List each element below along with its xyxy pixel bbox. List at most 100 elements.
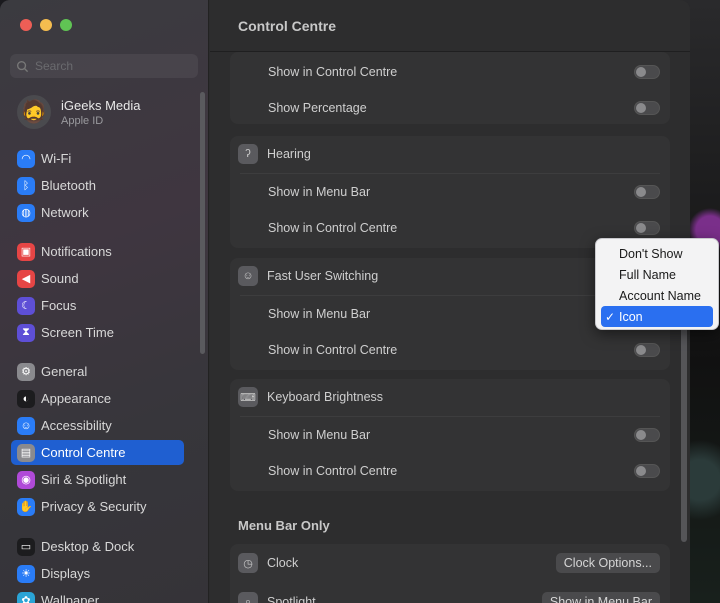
- fast-user-control-centre-toggle[interactable]: [634, 343, 660, 357]
- keyboard-menu-bar-toggle[interactable]: [634, 428, 660, 442]
- sidebar-item-appearance[interactable]: ◐ Appearance: [11, 386, 184, 411]
- zoom-window-button[interactable]: [60, 19, 72, 31]
- sidebar-item-sound[interactable]: ◀ Sound: [11, 266, 184, 291]
- clock-row: ◷ Clock Clock Options...: [230, 545, 670, 581]
- row-label: Show in Menu Bar: [268, 428, 371, 442]
- accessibility-icon: ☺: [17, 416, 35, 435]
- sidebar-item-label: Wallpaper: [41, 593, 100, 603]
- option-label: Icon: [619, 309, 643, 324]
- row-label: Show in Menu Bar: [268, 307, 371, 321]
- settings-row: Show in Menu Bar: [230, 174, 670, 210]
- sidebar-item-label: Displays: [41, 566, 91, 581]
- hand-icon: ✋: [17, 497, 35, 516]
- sidebar-item-label: Siri & Spotlight: [41, 472, 127, 487]
- checkmark-icon: ✓: [605, 309, 616, 324]
- bell-icon: ▣: [17, 242, 35, 261]
- sidebar-item-label: Network: [41, 205, 89, 220]
- option-label: Full Name: [619, 267, 676, 282]
- sidebar-item-displays[interactable]: ☀ Displays: [11, 561, 184, 586]
- page-title: Control Centre: [238, 18, 336, 34]
- dock-icon: ▭: [17, 537, 35, 556]
- spotlight-row: ⌕ Spotlight Show in Menu Bar: [230, 584, 670, 603]
- sidebar-scrollbar[interactable]: [200, 92, 205, 354]
- globe-icon: ◍: [17, 203, 35, 222]
- sidebar-item-control-centre[interactable]: ▤ Control Centre: [11, 440, 184, 465]
- bluetooth-icon: ᛒ: [17, 176, 35, 195]
- row-label: Show in Control Centre: [268, 65, 398, 79]
- row-label: Show in Control Centre: [268, 343, 398, 357]
- menu-option-account-name[interactable]: Account Name: [601, 285, 713, 306]
- show-in-control-centre-toggle[interactable]: [634, 65, 660, 79]
- menu-bar-only-group: ◷ Clock Clock Options... ⌕ Spotlight Sho…: [230, 544, 670, 603]
- system-settings-window: 🧔 iGeeks Media Apple ID ◠ Wi-Fi ᛒ Blueto…: [0, 0, 690, 603]
- search-input[interactable]: [35, 59, 195, 73]
- sidebar: 🧔 iGeeks Media Apple ID ◠ Wi-Fi ᛒ Blueto…: [0, 0, 209, 603]
- sidebar-item-label: Sound: [41, 271, 79, 286]
- hearing-menu-bar-toggle[interactable]: [634, 185, 660, 199]
- section-header: ʔ Hearing: [230, 136, 670, 172]
- gear-icon: ⚙: [17, 362, 35, 381]
- row-label: Show in Control Centre: [268, 221, 398, 235]
- sidebar-item-wifi[interactable]: ◠ Wi-Fi: [11, 146, 184, 171]
- spotlight-popup-button[interactable]: Show in Menu Bar: [541, 592, 660, 603]
- settings-row: Show in Control Centre: [230, 332, 670, 368]
- sidebar-item-network[interactable]: ◍ Network: [11, 200, 184, 225]
- sidebar-item-accessibility[interactable]: ☺ Accessibility: [11, 413, 184, 438]
- sidebar-item-label: Control Centre: [41, 445, 126, 460]
- sidebar-item-label: General: [41, 364, 88, 379]
- menu-option-full-name[interactable]: Full Name: [601, 264, 713, 285]
- battery-group: Show in Control Centre Show Percentage: [230, 52, 670, 124]
- sidebar-item-label: Desktop & Dock: [41, 539, 135, 554]
- row-label: Show in Menu Bar: [268, 185, 371, 199]
- hearing-control-centre-toggle[interactable]: [634, 221, 660, 235]
- settings-row: Show in Menu Bar: [230, 417, 670, 453]
- sidebar-item-desktop-dock[interactable]: ▭ Desktop & Dock: [11, 534, 184, 559]
- search-field[interactable]: [10, 54, 198, 78]
- account-name: iGeeks Media: [61, 97, 141, 113]
- keyboard-icon: ⌨: [238, 387, 258, 407]
- minimize-window-button[interactable]: [40, 19, 52, 31]
- clock-icon: ◷: [238, 553, 258, 573]
- sidebar-item-label: Appearance: [41, 391, 112, 406]
- menu-bar-only-heading: Menu Bar Only: [238, 518, 330, 533]
- appearance-icon: ◐: [17, 389, 35, 408]
- sidebar-item-label: Privacy & Security: [41, 499, 147, 514]
- sidebar-item-notifications[interactable]: ▣ Notifications: [11, 239, 184, 264]
- menu-option-dont-show[interactable]: Don't Show: [601, 243, 713, 264]
- apple-id-account[interactable]: 🧔 iGeeks Media Apple ID: [17, 95, 140, 129]
- user-icon: ☺: [238, 266, 258, 286]
- speaker-icon: ◀: [17, 269, 35, 288]
- fast-user-switching-menu: Don't Show Full Name Account Name ✓ Icon: [595, 238, 719, 330]
- display-icon: ☀: [17, 564, 35, 583]
- search-icon: [16, 60, 29, 72]
- menu-option-icon[interactable]: ✓ Icon: [601, 306, 713, 327]
- spotlight-icon: ⌕: [238, 592, 258, 603]
- settings-row: Show Percentage: [230, 90, 670, 126]
- sidebar-item-privacy-security[interactable]: ✋ Privacy & Security: [11, 494, 184, 519]
- keyboard-control-centre-toggle[interactable]: [634, 464, 660, 478]
- sidebar-item-siri-spotlight[interactable]: ◉ Siri & Spotlight: [11, 467, 184, 492]
- sidebar-item-label: Notifications: [41, 244, 112, 259]
- sidebar-item-screen-time[interactable]: ⧗ Screen Time: [11, 320, 184, 345]
- hearing-group: ʔ Hearing Show in Menu Bar Show in Contr…: [230, 136, 670, 248]
- wallpaper-icon: ✿: [17, 591, 35, 603]
- show-percentage-toggle[interactable]: [634, 101, 660, 115]
- sidebar-item-label: Wi-Fi: [41, 151, 72, 166]
- sidebar-item-bluetooth[interactable]: ᛒ Bluetooth: [11, 173, 184, 198]
- hourglass-icon: ⧗: [17, 323, 35, 342]
- sidebar-item-focus[interactable]: ☾ Focus: [11, 293, 184, 318]
- sidebar-item-label: Bluetooth: [41, 178, 96, 193]
- close-window-button[interactable]: [20, 19, 32, 31]
- row-label: Show in Control Centre: [268, 464, 398, 478]
- settings-row: Show in Control Centre: [230, 453, 670, 489]
- clock-options-button[interactable]: Clock Options...: [555, 553, 660, 573]
- sidebar-item-general[interactable]: ⚙ General: [11, 359, 184, 384]
- section-header: ⌨ Keyboard Brightness: [230, 379, 670, 415]
- sidebar-item-label: Screen Time: [41, 325, 114, 340]
- option-label: Don't Show: [619, 246, 683, 261]
- option-label: Account Name: [619, 288, 701, 303]
- account-subtitle: Apple ID: [61, 114, 104, 127]
- sidebar-item-label: Focus: [41, 298, 77, 313]
- sidebar-item-wallpaper[interactable]: ✿ Wallpaper: [11, 588, 184, 603]
- sidebar-item-label: Accessibility: [41, 418, 112, 433]
